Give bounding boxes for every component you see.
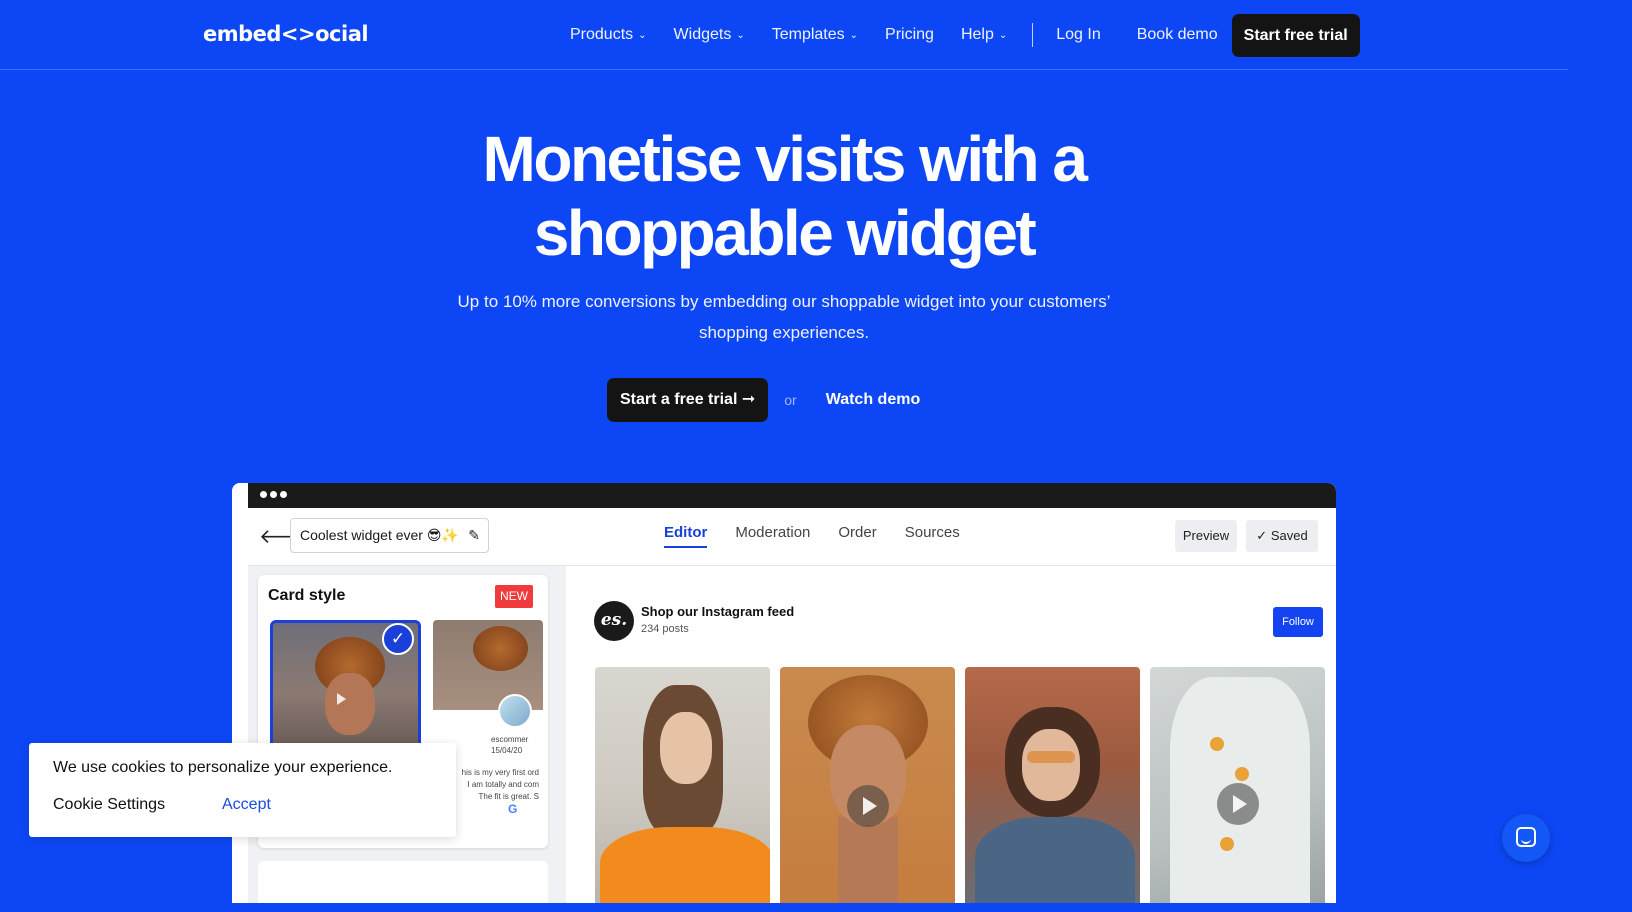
chat-icon [1516,827,1536,847]
or-separator: or [784,392,797,408]
window-dots-icon [260,491,287,498]
window-titlebar [248,483,1336,508]
cookie-banner: We use cookies to personalize your exper… [29,743,456,837]
review-meta: escommer 15/04/20 [491,735,529,755]
top-nav: embed<>ocial Products ⌄ Widgets ⌄ Templa… [0,0,1568,70]
nav-item-widgets[interactable]: Widgets ⌄ [674,26,745,44]
feed-grid [595,667,1325,903]
check-icon: ✓ [382,623,414,655]
photo-face [660,712,712,784]
photo-detail [1210,737,1224,751]
new-badge: NEW [495,585,533,608]
photo-detail [1235,767,1249,781]
widget-name-field[interactable]: Coolest widget ever 😎✨ ✎ [290,518,489,553]
tab-order[interactable]: Order [838,508,876,566]
nav-item-help[interactable]: Help ⌄ [961,26,1007,44]
tab-moderation[interactable]: Moderation [735,508,810,566]
google-icon: G [508,802,518,816]
photo-face [325,673,375,735]
nav-item-label: Pricing [885,26,934,43]
hero-title-line-1: Monetise visits with a [482,123,1088,195]
feed-post[interactable] [780,667,955,903]
nav-menu: Products ⌄ Widgets ⌄ Templates ⌄ Pricing… [570,0,1360,70]
hero-cta-group: Start a free trial ➞ or Watch demo [607,378,920,422]
feed-post[interactable] [595,667,770,903]
app-mockup: 🡐 Coolest widget ever 😎✨ ✎ Editor Modera… [232,483,1336,903]
chevron-down-icon: ⌄ [638,29,647,41]
chevron-down-icon: ⌄ [849,29,859,41]
play-icon[interactable] [1217,783,1259,825]
editor-toolbar: 🡐 Coolest widget ever 😎✨ ✎ Editor Modera… [248,508,1336,566]
photo-face [1022,729,1080,801]
tab-sources[interactable]: Sources [905,508,960,566]
mockup-edge [232,483,248,903]
widget-name-value: Coolest widget ever 😎✨ [300,527,459,543]
saved-label: Saved [1270,528,1308,543]
feed-post[interactable] [965,667,1140,903]
cookie-accept-button[interactable]: Accept [222,796,271,814]
chat-launcher-button[interactable] [1502,814,1550,862]
start-free-trial-button[interactable]: Start free trial [1231,13,1360,57]
photo-clothing [600,827,770,903]
cookie-message: We use cookies to personalize your exper… [53,759,393,776]
saved-button[interactable]: ✓ Saved [1246,520,1318,552]
chevron-down-icon: ⌄ [998,29,1008,41]
book-demo-link[interactable]: Book demo [1137,26,1218,44]
nav-item-label: Templates [771,26,845,43]
pencil-icon[interactable]: ✎ [468,519,480,552]
card-style-title: Card style [268,587,346,604]
nav-item-pricing[interactable]: Pricing [885,26,934,44]
tab-editor[interactable]: Editor [664,508,708,566]
nav-item-products[interactable]: Products ⌄ [570,26,647,44]
start-a-free-trial-button[interactable]: Start a free trial ➞ [607,378,769,422]
nav-item-templates[interactable]: Templates ⌄ [772,26,858,44]
photo-glasses [1027,751,1075,763]
check-icon: ✓ [1256,528,1271,543]
hero-title-line-2: shoppable widget [533,197,1037,269]
editor-tabs: Editor Moderation Order Sources [664,508,988,566]
photo-neck [838,817,898,903]
avatar [498,694,532,728]
nav-item-label: Products [570,26,634,43]
nav-item-label: Help [960,26,994,43]
feed-post-count: 234 posts [641,623,689,635]
photo-detail [1220,837,1234,851]
brand-avatar: es. [594,601,634,641]
nav-item-label: Widgets [673,26,732,43]
feed-title: Shop our Instagram feed [641,604,795,619]
preview-button[interactable]: Preview [1175,520,1237,552]
photo-clothing [975,817,1135,903]
play-icon [337,693,346,705]
settings-card [258,861,548,903]
logo[interactable]: embed<>ocial [203,22,369,46]
photo-hair [473,626,528,671]
feed-post[interactable] [1150,667,1325,903]
login-link[interactable]: Log In [1056,26,1100,44]
hero-subtitle: Up to 10% more conversions by embedding … [457,292,1111,342]
hero-title: Monetise visits with a shoppable widget [0,122,1568,270]
cookie-settings-button[interactable]: Cookie Settings [53,796,165,814]
nav-divider [1032,23,1034,47]
watch-demo-link[interactable]: Watch demo [826,391,921,409]
chevron-down-icon: ⌄ [736,29,745,41]
follow-button[interactable]: Follow [1273,607,1323,637]
play-icon[interactable] [847,785,889,827]
